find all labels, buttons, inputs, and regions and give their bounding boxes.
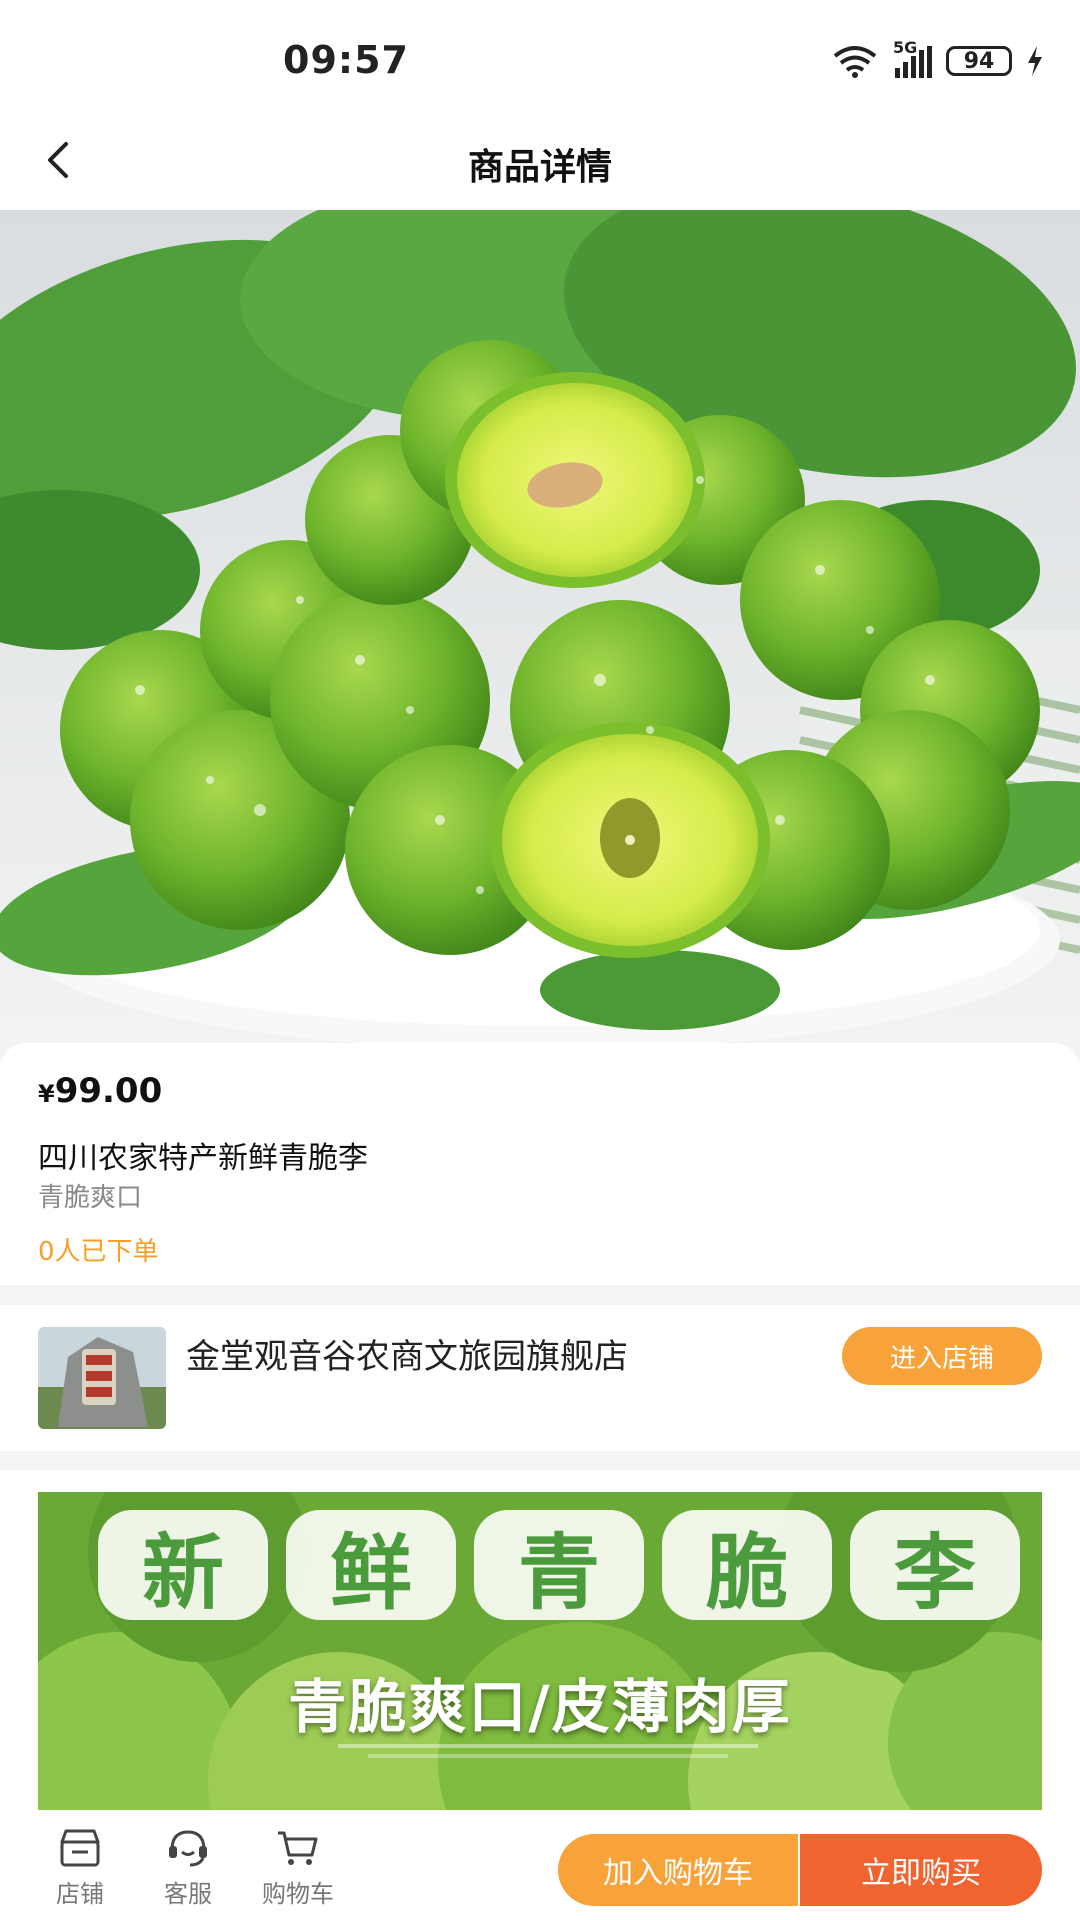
cart-icon [278, 1831, 318, 1865]
banner-fine-print [368, 1754, 728, 1758]
tab-service-label: 客服 [164, 1880, 212, 1908]
page-title: 商品详情 [467, 147, 612, 188]
price-symbol: ¥ [38, 1080, 55, 1108]
status-icons: 5G 94 [831, 38, 1044, 78]
tab-service[interactable]: 客服 [143, 1828, 233, 1909]
tab-cart[interactable]: 购物车 [253, 1828, 343, 1909]
product-title: 四川农家特产新鲜青脆李 [38, 1141, 368, 1176]
banner-char: 脆 [662, 1510, 832, 1621]
tab-store[interactable]: 店铺 [35, 1828, 125, 1909]
add-to-cart-button[interactable]: 加入购物车 [558, 1834, 798, 1906]
battery-level: 94 [963, 48, 995, 74]
tab-cart-label: 购物车 [262, 1880, 334, 1908]
product-detail-section: 新 鲜 青 脆 李 青脆爽口/皮薄肉厚 [0, 1470, 1080, 1810]
plum-photo [0, 210, 1080, 1060]
buy-now-button[interactable]: 立即购买 [800, 1834, 1042, 1906]
status-bar: 09:57 5G 94 [0, 0, 1080, 110]
bottom-action-bar: 店铺 客服 购物车 加入购物车 立即购买 [0, 1810, 1080, 1920]
signal-icon: 5G [893, 38, 932, 78]
detail-banner-image: 新 鲜 青 脆 李 青脆爽口/皮薄肉厚 [38, 1492, 1042, 1810]
banner-subtitle: 青脆爽口/皮薄肉厚 [288, 1673, 792, 1741]
status-time: 09:57 [283, 38, 409, 82]
order-count: 0人已下单 [38, 1237, 159, 1267]
product-subtitle: 青脆爽口 [38, 1183, 143, 1213]
product-info-card: ¥99.00 四川农家特产新鲜青脆李 青脆爽口 0人已下单 [0, 1043, 1080, 1285]
headset-icon [169, 1830, 207, 1867]
banner-char: 李 [850, 1510, 1020, 1621]
banner-char: 青 [474, 1510, 644, 1621]
store-name: 金堂观音谷农商文旅园旗舰店 [186, 1337, 628, 1377]
charging-icon [1028, 46, 1042, 76]
product-price: ¥99.00 [38, 1071, 162, 1111]
product-image[interactable] [0, 210, 1080, 1060]
store-row[interactable]: 金堂观音谷农商文旅园旗舰店 进入店铺 [0, 1305, 1080, 1451]
store-icon [60, 1829, 100, 1867]
network-type: 5G [893, 38, 918, 57]
banner-title: 新 鲜 青 脆 李 [98, 1510, 1020, 1621]
price-value: 99.00 [54, 1071, 163, 1111]
nav-bar: 商品详情 [0, 110, 1080, 210]
banner-fine-print [338, 1744, 758, 1748]
banner-char: 鲜 [286, 1510, 456, 1621]
battery-icon: 94 [946, 46, 1012, 76]
wifi-icon [833, 46, 877, 78]
tab-store-label: 店铺 [56, 1880, 104, 1908]
enter-store-button[interactable]: 进入店铺 [842, 1327, 1042, 1385]
banner-char: 新 [98, 1510, 268, 1621]
store-avatar [38, 1327, 166, 1429]
